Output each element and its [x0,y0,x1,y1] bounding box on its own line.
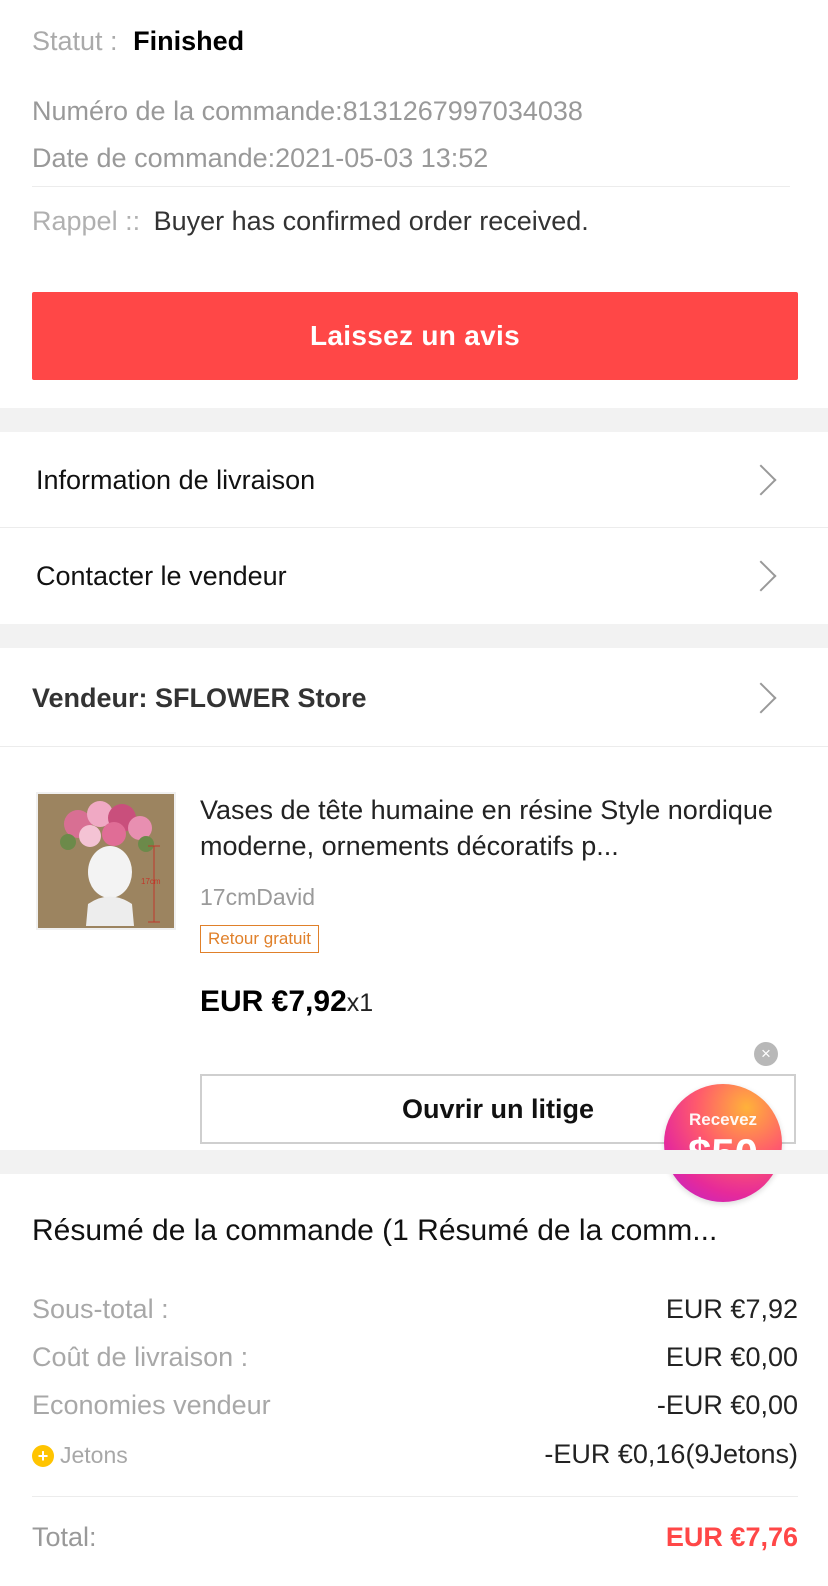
reminder-text: Buyer has confirmed order received. [153,206,589,236]
order-summary-title: Résumé de la commande (1 Résumé de la co… [32,1214,718,1247]
promo-top-text: Recevez [688,1110,758,1129]
contact-seller-label: Contacter le vendeur [36,560,287,591]
shipping-value: EUR €0,00 [665,1342,798,1372]
promo-badge[interactable]: Recevez $50 [664,1084,782,1202]
quantity: x1 [346,989,374,1017]
subtotal-row: Sous-total : EUR €7,92 [32,1294,798,1325]
seller-name: Vendeur: SFLOWER Store [32,682,367,713]
divider [32,186,790,187]
coins-label: Jetons [60,1442,128,1468]
chevron-right-icon [745,464,777,496]
coins-value: -EUR €0,16(9Jetons) [544,1439,798,1469]
status-value: Finished [133,26,245,56]
subtotal-value: EUR €7,92 [665,1294,798,1324]
reminder-label: Rappel :: [32,206,141,236]
status-line: Statut : Finished [32,26,244,57]
status-label: Statut : [32,26,118,56]
divider [32,1496,798,1497]
order-status-section: Statut : Finished Numéro de la commande:… [0,0,828,408]
product-price: EUR €7,92x1 [200,985,373,1019]
reminder: Rappel :: Buyer has confirmed order rece… [32,206,589,237]
order-date: Date de commande:2021-05-03 13:52 [32,143,489,173]
total-label: Total: [32,1522,97,1552]
section-gap [0,1150,828,1174]
subtotal-label: Sous-total : [32,1294,169,1324]
product-variant: 17cmDavid [200,884,316,910]
seller-savings-label: Economies vendeur [32,1390,271,1420]
vase-image: 17cm [38,794,174,928]
chevron-right-icon [745,560,777,592]
coins-row: + Jetons -EUR €0,16(9Jetons) [32,1439,798,1470]
section-gap [0,624,828,648]
seller-savings-row: Economies vendeur -EUR €0,00 [32,1390,798,1421]
delivery-info-label: Information de livraison [36,464,316,495]
seller-row[interactable]: Vendeur: SFLOWER Store [0,650,828,746]
coins-label-wrap: + Jetons [32,1439,128,1470]
coin-icon: + [32,1444,54,1467]
shipping-row: Coût de livraison : EUR €0,00 [32,1342,798,1373]
chevron-right-icon [745,682,777,714]
contact-seller-row[interactable]: Contacter le vendeur [0,528,828,624]
order-number: Numéro de la commande:8131267997034038 [32,96,583,126]
delivery-info-row[interactable]: Information de livraison [0,432,828,528]
total-value: EUR €7,76 [665,1522,798,1552]
total-row: Total: EUR €7,76 [32,1522,798,1553]
product-image[interactable]: 17cm [36,792,176,930]
divider [0,746,828,747]
product-title[interactable]: Vases de tête humaine en résine Style no… [200,792,800,864]
section-gap [0,408,828,432]
shipping-label: Coût de livraison : [32,1342,249,1372]
leave-review-button[interactable]: Laissez un avis [32,292,798,380]
size-label: 17cm [141,877,161,886]
price-value: EUR €7,92 [200,985,347,1018]
seller-savings-value: -EUR €0,00 [656,1390,798,1420]
free-return-badge: Retour gratuit [200,925,319,953]
close-icon[interactable]: × [754,1042,778,1066]
